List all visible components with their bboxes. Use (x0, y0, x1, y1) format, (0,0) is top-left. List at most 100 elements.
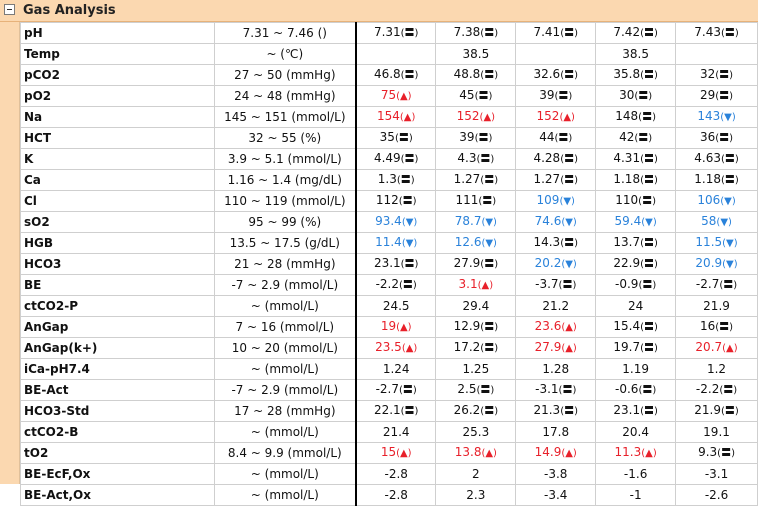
result-value-cell: 29(〓) (675, 85, 758, 107)
result-value-cell: 42(〓) (595, 127, 677, 149)
result-value-cell: -2.2(〓) (675, 379, 758, 401)
table-row[interactable]: HGB 13.5 ~ 17.5 (g/dL) 11.4(▼) 12.6(▼) 14.3(… (20, 232, 758, 254)
table-row[interactable]: HCO3 21 ~ 28 (mmHg) 23.1(〓) 27.9(〓) 20.2(▼) 2… (20, 253, 758, 275)
test-name-cell: HGB (20, 232, 215, 254)
table-row[interactable]: AnGap 7 ~ 16 (mmol/L) 19(▲) 12.9(〓) 23.6(▲) 1… (20, 316, 758, 338)
test-name-cell: BE-Act (20, 379, 215, 401)
table-row[interactable]: ctCO2-B ~ (mmol/L) 21.4 25.3 17.8 20.4 19.1 (20, 421, 758, 443)
table-row[interactable]: BE-Act,Ox ~ (mmol/L) -2.8 2.3 -3.4 -1 -2.6 (20, 484, 758, 506)
result-value-cell: -0.9(〓) (595, 274, 677, 296)
section-header[interactable]: Gas Analysis (0, 0, 758, 22)
result-value: 7.38 (453, 25, 481, 39)
result-value-cell: 23.6(▲) (515, 316, 597, 338)
table-row[interactable]: Ca 1.16 ~ 1.4 (mg/dL) 1.3(〓) 1.27(〓) 1.27(〓)… (20, 169, 758, 191)
result-value: 11.4 (375, 235, 402, 249)
result-value: 32 (699, 67, 716, 81)
result-value-cell: 74.6(▼) (515, 211, 597, 233)
result-value-cell: 93.4(▼) (355, 211, 437, 233)
result-value: 27.9 (453, 256, 481, 270)
result-value: 93.4 (375, 214, 402, 228)
reference-range-cell: 32 ~ 55 (%) (213, 127, 358, 149)
result-value-cell: 58(▼) (675, 211, 758, 233)
result-value-cell: 24.5 (355, 295, 437, 317)
low-flag-icon: (▼) (561, 217, 577, 228)
result-value-cell: 21.2 (515, 295, 597, 317)
result-value: 35 (379, 130, 395, 144)
reference-range-cell: ~ (mmol/L) (213, 295, 358, 317)
result-value: 12.9 (453, 319, 481, 333)
result-value-cell: -2.7(〓) (355, 379, 437, 401)
normal-flag-icon: (〓) (400, 259, 419, 270)
table-row[interactable]: K 3.9 ~ 5.1 (mmol/L) 4.49(〓) 4.3(〓) 4.28(〓) 4… (20, 148, 758, 170)
result-value: 23.5 (375, 340, 402, 354)
result-value-cell: 4.28(〓) (515, 148, 597, 170)
normal-flag-icon: (〓) (560, 28, 578, 39)
result-value: 23.6 (534, 319, 562, 333)
table-row[interactable]: Na 145 ~ 151 (mmol/L) 154(▲) 152(▲) 152(▲) 14… (20, 106, 758, 128)
result-value-cell: -2.7(〓) (675, 274, 758, 296)
result-value-cell: 15.4(〓) (595, 316, 677, 338)
result-value-cell: 26.2(〓) (435, 400, 517, 422)
table-row[interactable]: BE-Act -7 ~ 2.9 (mmol/L) -2.7(〓) 2.5(〓) -3.1… (20, 379, 758, 401)
normal-flag-icon: (〓) (558, 280, 577, 291)
normal-flag-icon: (〓) (554, 91, 573, 102)
result-value: -2.7 (695, 277, 720, 291)
high-flag-icon: (▲) (561, 322, 577, 333)
table-row[interactable]: pCO2 27 ~ 50 (mmHg) 46.8(〓) 48.8(〓) 32.6(〓) 3… (20, 64, 758, 86)
table-row[interactable]: HCT 32 ~ 55 (%) 35(〓) 39(〓) 44(〓) 42(〓) 36(〓) (20, 127, 758, 149)
collapse-toggle-icon[interactable] (4, 4, 15, 15)
reference-range-cell: ~ (mmol/L) (213, 463, 358, 485)
result-value: 29 (699, 88, 716, 102)
test-name-cell: ctCO2-P (20, 295, 215, 317)
result-value-cell: 4.31(〓) (595, 148, 677, 170)
normal-flag-icon: (〓) (720, 175, 739, 186)
reference-range-cell: ~ (mmol/L) (213, 358, 358, 380)
result-value-cell: 1.2 (675, 358, 758, 380)
result-value: 20.4 (622, 424, 649, 439)
normal-flag-icon: (〓) (560, 70, 578, 81)
result-value: 20.9 (695, 256, 723, 270)
table-row[interactable]: BE -7 ~ 2.9 (mmol/L) -2.2(〓) 3.1(▲) -3.7(〓) -… (20, 274, 758, 296)
table-row[interactable]: BE-EcF,Ox ~ (mmol/L) -2.8 2 -3.8 -1.6 -3.1 (20, 463, 758, 485)
result-value: 35.8 (613, 67, 641, 81)
result-value: 4.3 (457, 151, 477, 165)
reference-range-cell: 8.4 ~ 9.9 (mmol/L) (213, 442, 358, 464)
normal-flag-icon: (〓) (715, 133, 734, 144)
normal-flag-icon: (〓) (720, 28, 739, 39)
result-value: 14.3 (533, 235, 561, 249)
result-value-cell: 20.4 (595, 421, 677, 443)
result-value-cell: -3.8 (515, 463, 597, 485)
table-row[interactable]: AnGap(k+) 10 ~ 20 (mmol/L) 23.5(▲) 17.2(〓) 2… (20, 337, 758, 359)
result-value-cell: -3.1(〓) (515, 379, 597, 401)
table-row[interactable]: Cl 110 ~ 119 (mmol/L) 112(〓) 111(〓) 109(▼) 11… (20, 190, 758, 212)
test-name-cell: BE (20, 274, 215, 296)
table-row[interactable]: pH 7.31 ~ 7.46 () 7.31(〓) 7.38(〓) 7.41(〓) 7.4… (20, 22, 758, 44)
result-value-cell: 23.1(〓) (595, 400, 677, 422)
result-value-cell: 39(〓) (435, 127, 517, 149)
low-flag-icon: (▼) (720, 112, 736, 123)
result-value: 15 (380, 445, 397, 459)
table-row[interactable]: tO2 8.4 ~ 9.9 (mmol/L) 15(▲) 13.8(▲) 14.9(▲)… (20, 442, 758, 464)
low-flag-icon: (▼) (722, 259, 738, 270)
result-value: 74.6 (534, 214, 562, 228)
test-name-cell: HCO3 (20, 253, 215, 275)
test-name-cell: pO2 (20, 85, 215, 107)
table-row[interactable]: HCO3-Std 17 ~ 28 (mmHg) 22.1(〓) 26.2(〓) 21.3… (20, 400, 758, 422)
result-value-cell: 23.5(▲) (355, 337, 437, 359)
result-value: 152 (536, 109, 560, 123)
result-value-cell (515, 43, 597, 65)
result-value-cell: 46.8(〓) (355, 64, 437, 86)
result-value: 13.7 (613, 235, 641, 249)
test-name-cell: K (20, 148, 215, 170)
result-value-cell: -2.8 (355, 484, 437, 506)
table-row[interactable]: iCa-pH7.4 ~ (mmol/L) 1.24 1.25 1.28 1.19 1.2 (20, 358, 758, 380)
table-row[interactable]: ctCO2-P ~ (mmol/L) 24.5 29.4 21.2 24 21.9 (20, 295, 758, 317)
high-flag-icon: (▲) (477, 280, 494, 291)
result-value: 38.5 (462, 46, 490, 61)
table-row[interactable]: Temp ~ (℃) 38.5 38.5 (20, 43, 758, 65)
low-flag-icon: (▼) (401, 217, 418, 228)
high-flag-icon: (▲) (396, 322, 412, 333)
result-value: -2.2 (695, 382, 720, 396)
table-row[interactable]: pO2 24 ~ 48 (mmHg) 75(▲) 45(〓) 39(〓) 30(〓) 29(… (20, 85, 758, 107)
table-row[interactable]: sO2 95 ~ 99 (%) 93.4(▼) 78.7(▼) 74.6(▼) 59.4(… (20, 211, 758, 233)
